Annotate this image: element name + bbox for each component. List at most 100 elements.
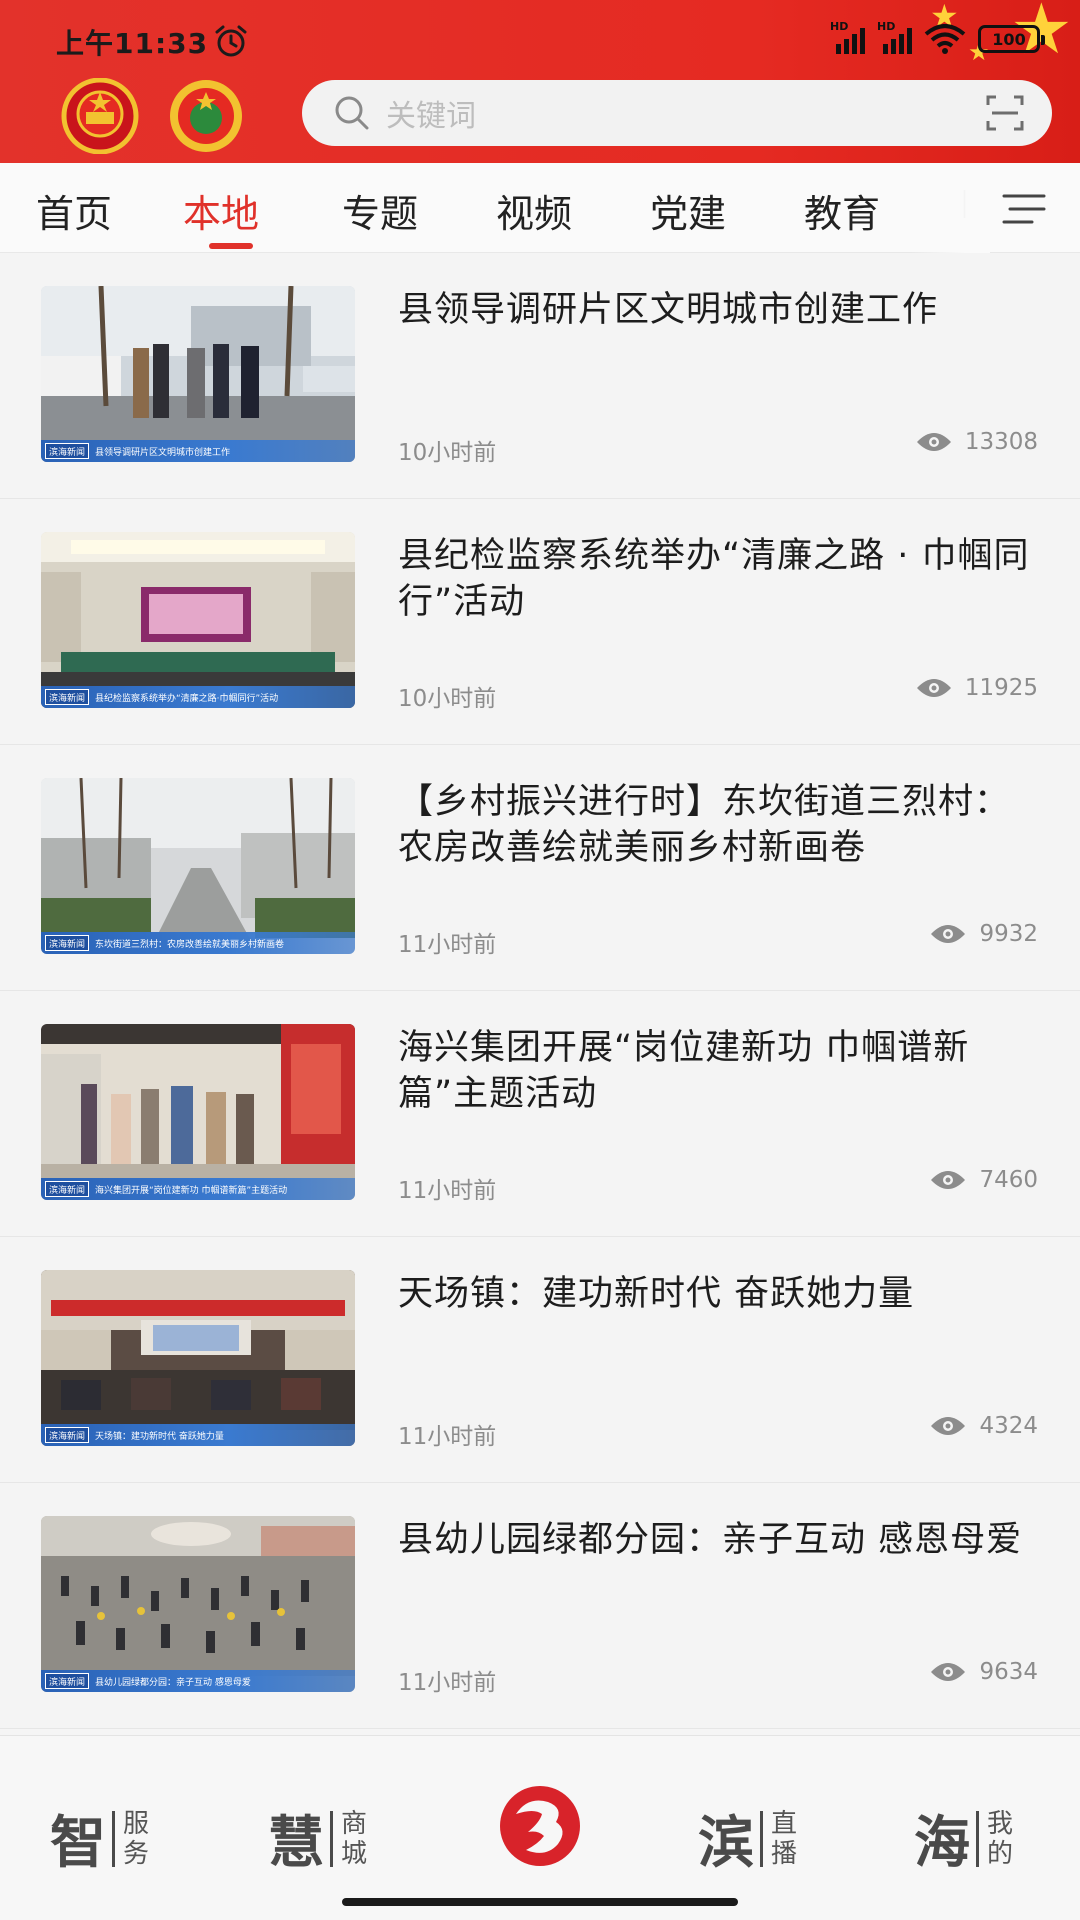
news-list: 滨海新闻 县领导调研片区文明城市创建工作 县领导调研片区文明城市创建工作 10小…: [0, 253, 1080, 1729]
news-title[interactable]: 县幼儿园绿都分园：亲子互动 感恩母爱: [398, 1517, 1038, 1563]
thumbnail-caption: 滨海新闻 海兴集团开展“岗位建新功 巾帼谱新篇”主题活动: [41, 1178, 355, 1200]
tab-topics[interactable]: 专题: [342, 183, 418, 238]
status-icons: HD HD 100: [830, 20, 1045, 54]
caption-text: 县纪检监察系统举办“清廉之路·巾帼同行”活动: [95, 693, 279, 704]
nav-item-mall[interactable]: 慧 商城: [268, 1798, 371, 1879]
view-count: 4324: [929, 1413, 1038, 1439]
view-count-value: 11925: [964, 675, 1038, 701]
logo-icon[interactable]: [498, 1784, 582, 1868]
battery-icon: 100: [978, 25, 1045, 53]
view-count: 11925: [915, 675, 1038, 701]
view-count: 9634: [929, 1659, 1038, 1685]
search-input[interactable]: 关键词: [302, 80, 1052, 146]
news-title[interactable]: 海兴集团开展“岗位建新功 巾帼谱新篇”主题活动: [398, 1025, 1038, 1117]
news-item[interactable]: 滨海新闻 县幼儿园绿都分园：亲子互动 感恩母爱 县幼儿园绿都分园：亲子互动 感恩…: [0, 1483, 1080, 1729]
news-item[interactable]: 滨海新闻 县纪检监察系统举办“清廉之路·巾帼同行”活动 县纪检监察系统举办“清廉…: [0, 499, 1080, 745]
thumbnail-caption: 滨海新闻 县纪检监察系统举办“清廉之路·巾帼同行”活动: [41, 686, 355, 708]
news-item[interactable]: 滨海新闻 东坎街道三烈村：农房改善绘就美丽乡村新画卷 【乡村振兴进行时】东坎街道…: [0, 745, 1080, 991]
news-time: 10小时前: [398, 686, 497, 712]
cppcc-emblem-icon: [170, 80, 242, 152]
active-tab-indicator: [209, 243, 253, 249]
news-thumbnail: 滨海新闻 县纪检监察系统举办“清廉之路·巾帼同行”活动: [41, 532, 355, 708]
nav-label: 服务: [123, 1808, 150, 1869]
eye-icon: [931, 1171, 966, 1189]
view-count-value: 9932: [979, 921, 1038, 947]
news-time: 11小时前: [398, 1178, 497, 1204]
news-title[interactable]: 天场镇：建功新时代 奋跃她力量: [398, 1271, 1038, 1317]
eye-icon: [916, 433, 951, 451]
nav-item-live[interactable]: 滨 直播: [698, 1798, 801, 1879]
caption-text: 海兴集团开展“岗位建新功 巾帼谱新篇”主题活动: [95, 1185, 288, 1196]
nav-label: 商城: [341, 1808, 368, 1869]
thumbnail-caption: 滨海新闻 东坎街道三烈村：农房改善绘就美丽乡村新画卷: [41, 932, 355, 954]
news-item[interactable]: 滨海新闻 海兴集团开展“岗位建新功 巾帼谱新篇”主题活动 海兴集团开展“岗位建新…: [0, 991, 1080, 1237]
home-indicator[interactable]: [342, 1898, 738, 1906]
caption-logo: 滨海新闻: [45, 689, 89, 705]
tab-home[interactable]: 首页: [36, 183, 112, 238]
tab-video[interactable]: 视频: [496, 183, 572, 238]
tab-party[interactable]: 党建: [650, 183, 726, 238]
news-time: 11小时前: [398, 1670, 497, 1696]
signal-icon: HD: [830, 20, 865, 54]
thumbnail-caption: 滨海新闻 天场镇：建功新时代 奋跃她力量: [41, 1424, 355, 1446]
signal-icon: HD: [877, 20, 912, 54]
news-thumbnail: 滨海新闻 县领导调研片区文明城市创建工作: [41, 286, 355, 462]
view-count: 7460: [929, 1167, 1038, 1193]
news-time: 10小时前: [398, 440, 497, 466]
nav-big-char: 慧: [268, 1810, 324, 1876]
view-count: 13308: [915, 429, 1038, 455]
news-item[interactable]: 滨海新闻 县领导调研片区文明城市创建工作 县领导调研片区文明城市创建工作 10小…: [0, 253, 1080, 499]
nav-big-char: 海: [914, 1810, 970, 1876]
search-icon: [335, 96, 369, 130]
status-time: 上午11:33: [56, 27, 209, 60]
nav-item-service[interactable]: 智 服务: [50, 1798, 153, 1879]
caption-text: 县幼儿园绿都分园：亲子互动 感恩母爱: [95, 1677, 251, 1688]
caption-logo: 滨海新闻: [45, 1181, 89, 1197]
caption-logo: 滨海新闻: [45, 1427, 89, 1443]
news-thumbnail: 滨海新闻 海兴集团开展“岗位建新功 巾帼谱新篇”主题活动: [41, 1024, 355, 1200]
bottom-nav: 智 服务 慧 商城 滨 直播 海 我的: [0, 1735, 1080, 1920]
thumbnail-caption: 滨海新闻 县领导调研片区文明城市创建工作: [41, 440, 355, 462]
caption-logo: 滨海新闻: [45, 1673, 89, 1689]
wifi-icon: [924, 24, 966, 54]
eye-icon: [916, 679, 951, 697]
nav-label: 我的: [987, 1808, 1014, 1869]
nav-item-mine[interactable]: 海 我的: [914, 1798, 1017, 1879]
scan-icon[interactable]: [986, 95, 1024, 131]
nav-separator: [976, 1810, 979, 1867]
category-tabs: 首页 本地 专题 视频 党建 教育 E: [0, 163, 1080, 253]
news-time: 11小时前: [398, 1424, 497, 1450]
nav-separator: [760, 1810, 763, 1867]
view-count-value: 7460: [979, 1167, 1038, 1193]
tab-local[interactable]: 本地: [183, 183, 259, 238]
tab-fade: [910, 163, 990, 253]
news-item[interactable]: 滨海新闻 天场镇：建功新时代 奋跃她力量 天场镇：建功新时代 奋跃她力量 11小…: [0, 1237, 1080, 1483]
nav-separator: [112, 1810, 115, 1867]
news-thumbnail: 滨海新闻 县幼儿园绿都分园：亲子互动 感恩母爱: [41, 1516, 355, 1692]
eye-icon: [931, 1417, 966, 1435]
news-title[interactable]: 县纪检监察系统举办“清廉之路 · 巾帼同行”活动: [398, 533, 1038, 625]
news-thumbnail: 滨海新闻 东坎街道三烈村：农房改善绘就美丽乡村新画卷: [41, 778, 355, 954]
eye-icon: [931, 1663, 966, 1681]
nav-big-char: 滨: [698, 1810, 754, 1876]
alarm-icon: [215, 25, 247, 57]
caption-logo: 滨海新闻: [45, 935, 89, 951]
news-thumbnail: 滨海新闻 天场镇：建功新时代 奋跃她力量: [41, 1270, 355, 1446]
view-count-value: 13308: [964, 429, 1038, 455]
tab-education[interactable]: 教育: [804, 183, 880, 238]
view-count: 9932: [929, 921, 1038, 947]
news-time: 11小时前: [398, 932, 497, 958]
app-header: ★ ★ ★ 上午11:33 HD HD 100 关键词: [0, 0, 1080, 163]
menu-icon[interactable]: [1002, 193, 1046, 225]
caption-text: 东坎街道三烈村：农房改善绘就美丽乡村新画卷: [95, 939, 285, 950]
nav-big-char: 智: [50, 1810, 106, 1876]
thumbnail-caption: 滨海新闻 县幼儿园绿都分园：亲子互动 感恩母爱: [41, 1670, 355, 1692]
news-title[interactable]: 【乡村振兴进行时】东坎街道三烈村：农房改善绘就美丽乡村新画卷: [398, 779, 1038, 871]
caption-text: 天场镇：建功新时代 奋跃她力量: [95, 1431, 224, 1442]
news-title[interactable]: 县领导调研片区文明城市创建工作: [398, 287, 1038, 333]
search-placeholder: 关键词: [386, 99, 476, 134]
nav-label: 直播: [771, 1808, 798, 1869]
eye-icon: [931, 925, 966, 943]
national-emblem-icon: [61, 78, 139, 154]
view-count-value: 9634: [979, 1659, 1038, 1685]
